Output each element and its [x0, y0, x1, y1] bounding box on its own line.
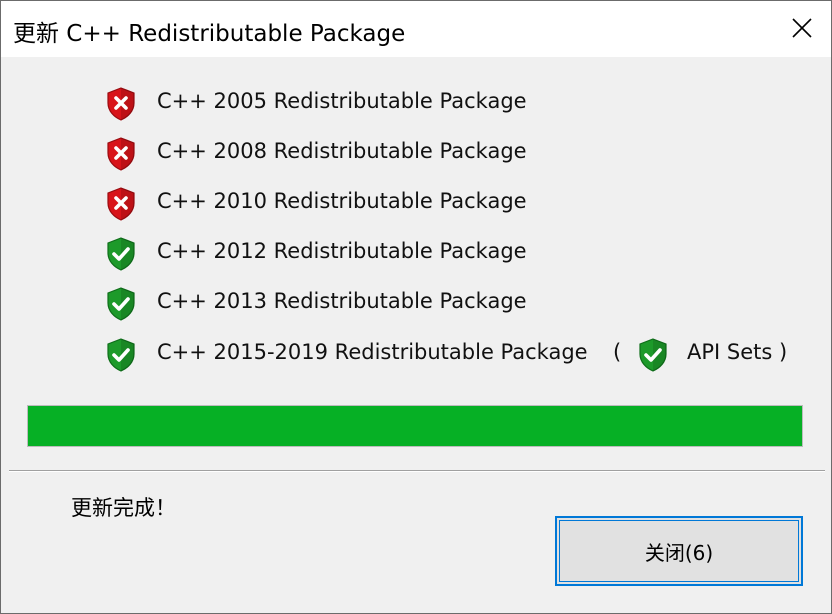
package-row: C++ 2005 Redistributable Package [105, 87, 805, 121]
api-sets-open-paren: ( [613, 340, 622, 364]
window-title: 更新 C++ Redistributable Package [13, 21, 406, 47]
package-label: C++ 2010 Redistributable Package [157, 189, 527, 213]
shield-x-icon [105, 187, 137, 221]
package-row: C++ 2008 Redistributable Package [105, 137, 805, 171]
package-label: C++ 2015-2019 Redistributable Package [157, 340, 588, 364]
progress-fill [28, 406, 802, 446]
package-row: C++ 2010 Redistributable Package [105, 187, 805, 221]
status-text: 更新完成！ [71, 496, 176, 520]
package-label: C++ 2013 Redistributable Package [157, 289, 527, 313]
shield-check-icon [637, 338, 669, 372]
shield-x-icon [105, 137, 137, 171]
api-sets-label: API Sets ) [687, 340, 788, 364]
shield-check-icon [105, 287, 137, 321]
shield-check-icon [105, 237, 137, 271]
close-x-icon[interactable] [773, 1, 831, 57]
package-row: C++ 2013 Redistributable Package [105, 287, 805, 321]
package-label: C++ 2005 Redistributable Package [157, 89, 527, 113]
divider [9, 470, 825, 472]
package-row: C++ 2012 Redistributable Package [105, 237, 805, 271]
progress-bar [27, 405, 803, 447]
close-button[interactable]: 关闭(6) [555, 516, 803, 586]
shield-check-icon [105, 338, 137, 372]
shield-x-icon [105, 87, 137, 121]
update-dialog: 更新 C++ Redistributable Package C++ 2005 … [0, 0, 832, 614]
title-bar: 更新 C++ Redistributable Package [1, 1, 831, 57]
package-label: C++ 2008 Redistributable Package [157, 139, 527, 163]
package-label: C++ 2012 Redistributable Package [157, 239, 527, 263]
